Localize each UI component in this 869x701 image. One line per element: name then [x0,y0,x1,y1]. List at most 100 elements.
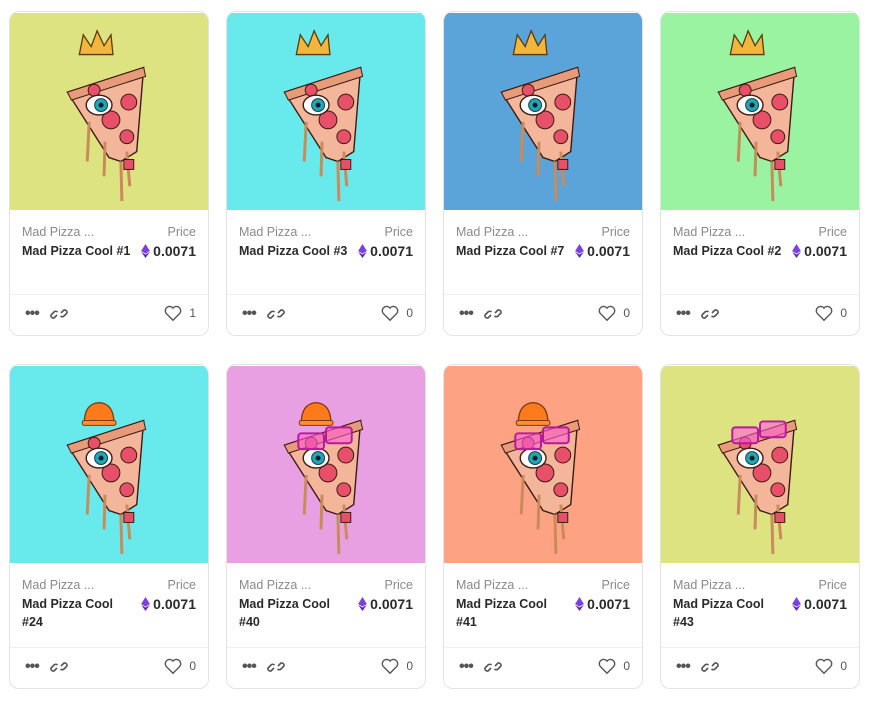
link-icon[interactable] [484,658,502,676]
more-dots-icon[interactable]: ••• [25,659,40,675]
nft-title[interactable]: Mad Pizza Cool #24 [22,595,132,631]
more-dots-icon[interactable]: ••• [25,306,40,322]
nft-title[interactable]: Mad Pizza Cool #2 [673,242,783,260]
nft-title[interactable]: Mad Pizza Cool #40 [239,595,349,631]
more-dots-icon[interactable]: ••• [676,659,691,675]
nft-image[interactable] [10,12,208,211]
link-icon[interactable] [484,305,502,323]
price-label: Price [167,578,196,592]
like-count: 1 [189,306,196,320]
nft-title[interactable]: Mad Pizza Cool #1 [22,242,132,260]
price-label: Price [601,578,630,592]
like-button[interactable]: 0 [164,657,196,675]
like-button[interactable]: 0 [381,657,413,675]
nft-card[interactable]: Mad Pizza ... Price Mad Pizza Cool #3 0.… [226,11,426,336]
nft-info: Mad Pizza ... Price Mad Pizza Cool #2 0.… [661,211,859,297]
nft-card[interactable]: Mad Pizza ... Price Mad Pizza Cool #40 0… [226,364,426,689]
price-amount: 0.0071 [153,596,196,612]
heart-icon [164,305,182,322]
nft-image[interactable] [444,365,642,564]
nft-card[interactable]: Mad Pizza ... Price Mad Pizza Cool #41 0… [443,364,643,689]
more-dots-icon[interactable]: ••• [676,306,691,322]
nft-title[interactable]: Mad Pizza Cool #7 [456,242,566,260]
more-dots-icon[interactable]: ••• [242,306,257,322]
nft-card[interactable]: Mad Pizza ... Price Mad Pizza Cool #7 0.… [443,11,643,336]
nft-title[interactable]: Mad Pizza Cool #3 [239,242,349,260]
link-icon[interactable] [701,305,719,323]
like-count: 0 [189,659,196,673]
collection-name[interactable]: Mad Pizza ... [673,225,745,239]
collection-name[interactable]: Mad Pizza ... [239,225,311,239]
price-label: Price [384,578,413,592]
card-footer: ••• 0 [661,294,859,335]
nft-title[interactable]: Mad Pizza Cool #43 [673,595,783,631]
ethereum-icon [792,244,802,258]
price-value: 0.0071 [141,243,196,259]
price-value: 0.0071 [575,596,630,612]
like-button[interactable]: 0 [598,304,630,322]
heart-icon [598,305,616,322]
link-icon[interactable] [50,658,68,676]
collection-name[interactable]: Mad Pizza ... [22,225,94,239]
more-dots-icon[interactable]: ••• [459,306,474,322]
link-icon[interactable] [267,305,285,323]
price-value: 0.0071 [575,243,630,259]
collection-name[interactable]: Mad Pizza ... [239,578,311,592]
price-amount: 0.0071 [587,596,630,612]
nft-info: Mad Pizza ... Price Mad Pizza Cool #24 0… [10,564,208,650]
more-dots-icon[interactable]: ••• [242,659,257,675]
like-button[interactable]: 0 [598,657,630,675]
price-value: 0.0071 [792,243,847,259]
nft-card[interactable]: Mad Pizza ... Price Mad Pizza Cool #24 0… [9,364,209,689]
price-label: Price [167,225,196,239]
collection-name[interactable]: Mad Pizza ... [456,225,528,239]
link-icon[interactable] [267,658,285,676]
nft-title[interactable]: Mad Pizza Cool #41 [456,595,566,631]
more-dots-icon[interactable]: ••• [459,659,474,675]
like-button[interactable]: 0 [815,304,847,322]
like-count: 0 [406,306,413,320]
card-footer: ••• 0 [10,647,208,688]
collection-name[interactable]: Mad Pizza ... [673,578,745,592]
like-button[interactable]: 0 [381,304,413,322]
price-amount: 0.0071 [587,243,630,259]
collection-name[interactable]: Mad Pizza ... [22,578,94,592]
nft-info: Mad Pizza ... Price Mad Pizza Cool #3 0.… [227,211,425,297]
nft-image[interactable] [227,365,425,564]
heart-icon [381,305,399,322]
collection-name[interactable]: Mad Pizza ... [456,578,528,592]
like-button[interactable]: 0 [815,657,847,675]
nft-image[interactable] [227,12,425,211]
nft-image[interactable] [10,365,208,564]
heart-icon [598,658,616,675]
ethereum-icon [575,597,585,611]
card-footer: ••• 0 [661,647,859,688]
like-button[interactable]: 1 [164,304,196,322]
price-label: Price [818,225,847,239]
card-footer: ••• 0 [444,294,642,335]
card-footer: ••• 0 [444,647,642,688]
link-icon[interactable] [701,658,719,676]
ethereum-icon [575,244,585,258]
price-label: Price [384,225,413,239]
nft-card[interactable]: Mad Pizza ... Price Mad Pizza Cool #1 0.… [9,11,209,336]
ethereum-icon [358,597,368,611]
price-value: 0.0071 [792,596,847,612]
price-label: Price [818,578,847,592]
nft-card[interactable]: Mad Pizza ... Price Mad Pizza Cool #43 0… [660,364,860,689]
card-footer: ••• 0 [227,294,425,335]
nft-image[interactable] [661,12,859,211]
nft-card-grid: Mad Pizza ... Price Mad Pizza Cool #1 0.… [0,0,869,701]
nft-info: Mad Pizza ... Price Mad Pizza Cool #43 0… [661,564,859,650]
link-icon[interactable] [50,305,68,323]
nft-image[interactable] [661,365,859,564]
nft-card[interactable]: Mad Pizza ... Price Mad Pizza Cool #2 0.… [660,11,860,336]
like-count: 0 [840,659,847,673]
nft-image[interactable] [444,12,642,211]
card-footer: ••• 1 [10,294,208,335]
ethereum-icon [141,244,151,258]
price-amount: 0.0071 [370,243,413,259]
price-value: 0.0071 [141,596,196,612]
price-label: Price [601,225,630,239]
nft-info: Mad Pizza ... Price Mad Pizza Cool #40 0… [227,564,425,650]
